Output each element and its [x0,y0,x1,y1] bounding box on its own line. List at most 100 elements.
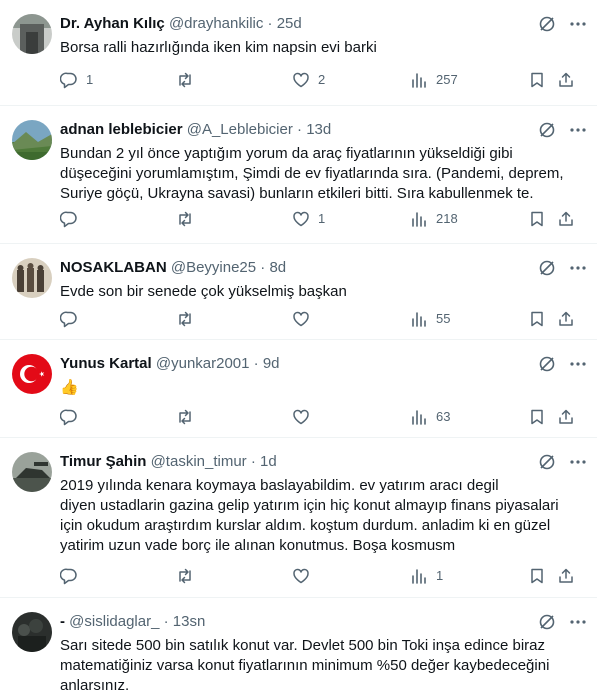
author-handle[interactable]: @yunkar2001 [156,355,250,372]
views-count: 257 [436,72,458,87]
timestamp[interactable]: 13d [306,121,331,138]
like-icon [292,408,310,426]
views-button[interactable]: 1 [410,566,443,586]
like-icon [292,567,310,585]
reply-button[interactable] [60,209,86,229]
avatar[interactable] [12,258,52,298]
more-icon[interactable] [567,120,589,140]
tweet[interactable]: Yunus Kartal @yunkar2001 · 9d 👍 63 [0,340,597,438]
bookmark-icon [528,408,546,426]
reply-button[interactable] [60,309,86,329]
reply-button[interactable] [60,566,86,586]
grok-icon[interactable] [537,120,557,140]
avatar[interactable] [12,612,52,652]
views-button[interactable]: 257 [410,70,458,90]
more-icon[interactable] [567,258,589,278]
views-icon [410,567,428,585]
author-name[interactable]: Dr. Ayhan Kılıç [60,15,165,32]
like-button[interactable] [292,566,318,586]
more-icon[interactable] [567,14,589,34]
like-button[interactable]: 2 [292,70,325,90]
share-button[interactable] [557,309,575,329]
tweet-actions: 1 2 257 [60,70,585,90]
grok-icon[interactable] [537,452,557,472]
avatar[interactable] [12,452,52,492]
author-handle[interactable]: @drayhankilic [169,15,263,32]
retweet-button[interactable] [176,407,202,427]
grok-icon[interactable] [537,354,557,374]
retweet-icon [176,567,194,585]
author-name[interactable]: Yunus Kartal [60,355,152,372]
tweet[interactable]: adnan leblebicier @A_Leblebicier · 13d B… [0,106,597,244]
timestamp[interactable]: 8d [269,259,286,276]
like-button[interactable] [292,309,318,329]
more-icon[interactable] [567,354,589,374]
like-button[interactable]: 1 [292,209,325,229]
tweet-actions: 55 [60,309,585,329]
tweet[interactable]: Timur Şahin @taskin_timur · 1d 2019 yılı… [0,438,597,598]
tweet-text: Borsa ralli hazırlığında iken kim napsin… [60,39,377,56]
share-icon [557,310,575,328]
author-name[interactable]: - [60,613,65,630]
author-name[interactable]: adnan leblebicier [60,121,183,138]
grok-icon[interactable] [537,258,557,278]
more-icon[interactable] [567,612,589,632]
timestamp[interactable]: 13sn [173,613,206,630]
share-icon [557,408,575,426]
tweet-header: NOSAKLABAN @Beyyine25 · 8d [60,258,545,278]
tweet[interactable]: Dr. Ayhan Kılıç @drayhankilic · 25d Bors… [0,0,597,106]
bookmark-button[interactable] [528,407,546,427]
views-button[interactable]: 55 [410,309,450,329]
bookmark-button[interactable] [528,309,546,329]
views-count: 1 [436,568,444,583]
grok-icon[interactable] [537,14,557,34]
timestamp[interactable]: 9d [263,355,280,372]
retweet-button[interactable] [176,566,202,586]
author-handle[interactable]: @A_Leblebicier [187,121,293,138]
views-icon [410,210,428,228]
timestamp[interactable]: 1d [260,453,277,470]
reply-button[interactable]: 1 [60,70,93,90]
tweet-text: 2019 yılında kenara koymaya baslayabildi… [60,477,559,554]
bookmark-button[interactable] [528,566,546,586]
author-name[interactable]: NOSAKLABAN [60,259,167,276]
reply-icon [60,210,78,228]
bookmark-icon [528,210,546,228]
author-handle[interactable]: @taskin_timur [151,453,247,470]
retweet-button[interactable] [176,209,202,229]
views-count: 63 [436,409,451,424]
more-icon[interactable] [567,452,589,472]
share-button[interactable] [557,70,575,90]
tweet[interactable]: - @sislidaglar_ · 13sn Sarı sitede 500 b… [0,598,597,698]
reply-button[interactable] [60,407,86,427]
avatar[interactable] [12,354,52,394]
views-button[interactable]: 63 [410,407,450,427]
reply-icon [60,71,78,89]
avatar[interactable] [12,14,52,54]
bookmark-button[interactable] [528,70,546,90]
tweet[interactable]: NOSAKLABAN @Beyyine25 · 8d Evde son bir … [0,244,597,340]
timestamp[interactable]: 25d [277,15,302,32]
author-handle[interactable]: @Beyyine25 [171,259,256,276]
avatar[interactable] [12,120,52,160]
tweet-text: Sarı sitede 500 bin satılık konut var. D… [60,637,550,694]
bookmark-button[interactable] [528,209,546,229]
tweet-feed: Dr. Ayhan Kılıç @drayhankilic · 25d Bors… [0,0,597,698]
author-name[interactable]: Timur Şahin [60,453,146,470]
views-icon [410,71,428,89]
share-button[interactable] [557,209,575,229]
retweet-button[interactable] [176,70,202,90]
grok-icon[interactable] [537,612,557,632]
author-handle[interactable]: @sislidaglar_ [69,613,159,630]
like-button[interactable] [292,407,318,427]
bookmark-icon [528,71,546,89]
reply-icon [60,567,78,585]
retweet-icon [176,71,194,89]
share-button[interactable] [557,566,575,586]
share-button[interactable] [557,407,575,427]
views-button[interactable]: 218 [410,209,458,229]
tweet-header: Yunus Kartal @yunkar2001 · 9d [60,354,545,374]
retweet-button[interactable] [176,309,202,329]
retweet-icon [176,310,194,328]
reply-count: 1 [86,72,94,87]
